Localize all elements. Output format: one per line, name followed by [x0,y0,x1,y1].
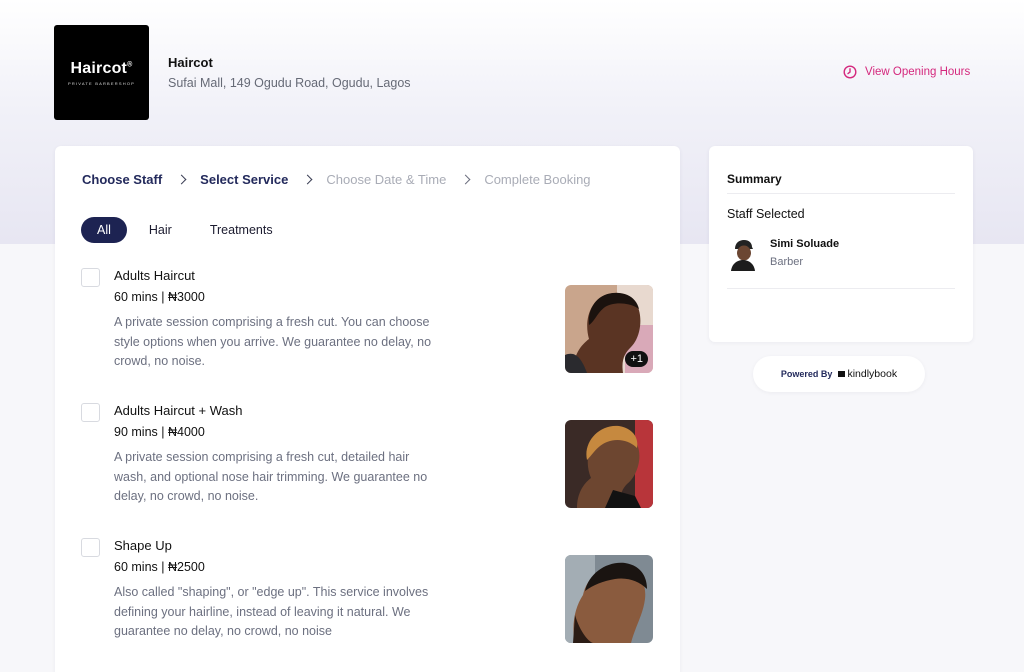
booking-steps-breadcrumb: Choose Staff Select Service Choose Date … [82,172,591,187]
filter-all-button[interactable]: All [81,217,127,243]
service-duration-price: 90 mins | ₦4000 [114,425,205,439]
service-image[interactable]: +1 [565,285,653,373]
service-description: A private session comprising a fresh cut… [114,315,432,368]
chevron-right-icon [176,174,187,185]
service-duration-price: 60 mins | ₦2500 [114,560,205,574]
booking-summary-card: Summary Staff Selected Simi Soluade Barb… [709,146,973,342]
service-title: Shape Up [114,538,172,553]
staff-name: Simi Soluade [770,238,840,250]
service-image[interactable] [565,555,653,643]
service-selection-card: Choose Staff Select Service Choose Date … [55,146,680,672]
service-image[interactable] [565,420,653,508]
category-filters: All Hair Treatments [81,217,301,243]
service-checkbox[interactable] [81,268,100,287]
kindlybook-logo-icon [838,371,846,377]
clock-icon [843,65,857,79]
service-duration-price: 60 mins | ₦3000 [114,290,205,304]
more-images-badge: +1 [625,351,648,367]
service-title: Adults Haircut [114,268,195,283]
step-choose-date-time: Choose Date & Time [326,172,447,187]
filter-treatments-button[interactable]: Treatments [200,217,283,243]
business-logo: Haircot® PRIVATE BARBERSHOP [54,25,149,120]
staff-selected-label: Staff Selected [727,207,805,221]
divider [727,193,955,194]
step-complete-booking: Complete Booking [484,172,591,187]
step-select-service[interactable]: Select Service [200,172,288,187]
service-description: Also called "shaping", or "edge up". Thi… [114,585,429,638]
service-checkbox[interactable] [81,403,100,422]
step-choose-staff[interactable]: Choose Staff [82,172,162,187]
business-name: Haircot [168,55,213,70]
powered-by-badge[interactable]: Powered By kindlybook [753,356,925,392]
filter-hair-button[interactable]: Hair [139,217,182,243]
divider [727,288,955,289]
powered-by-label: Powered By [780,369,833,379]
summary-title: Summary [727,172,782,186]
service-checkbox[interactable] [81,538,100,557]
service-description: A private session comprising a fresh cut… [114,450,428,503]
chevron-right-icon [302,174,313,185]
kindlybook-brand: kindlybook [847,368,898,380]
view-opening-hours-link[interactable]: View Opening Hours [843,65,970,79]
chevron-right-icon [460,174,471,185]
service-title: Adults Haircut + Wash [114,403,243,418]
view-opening-hours-label: View Opening Hours [865,66,971,78]
staff-role: Barber [770,256,804,268]
staff-avatar [729,239,757,271]
business-address: Sufai Mall, 149 Ogudu Road, Ogudu, Lagos [168,76,411,90]
